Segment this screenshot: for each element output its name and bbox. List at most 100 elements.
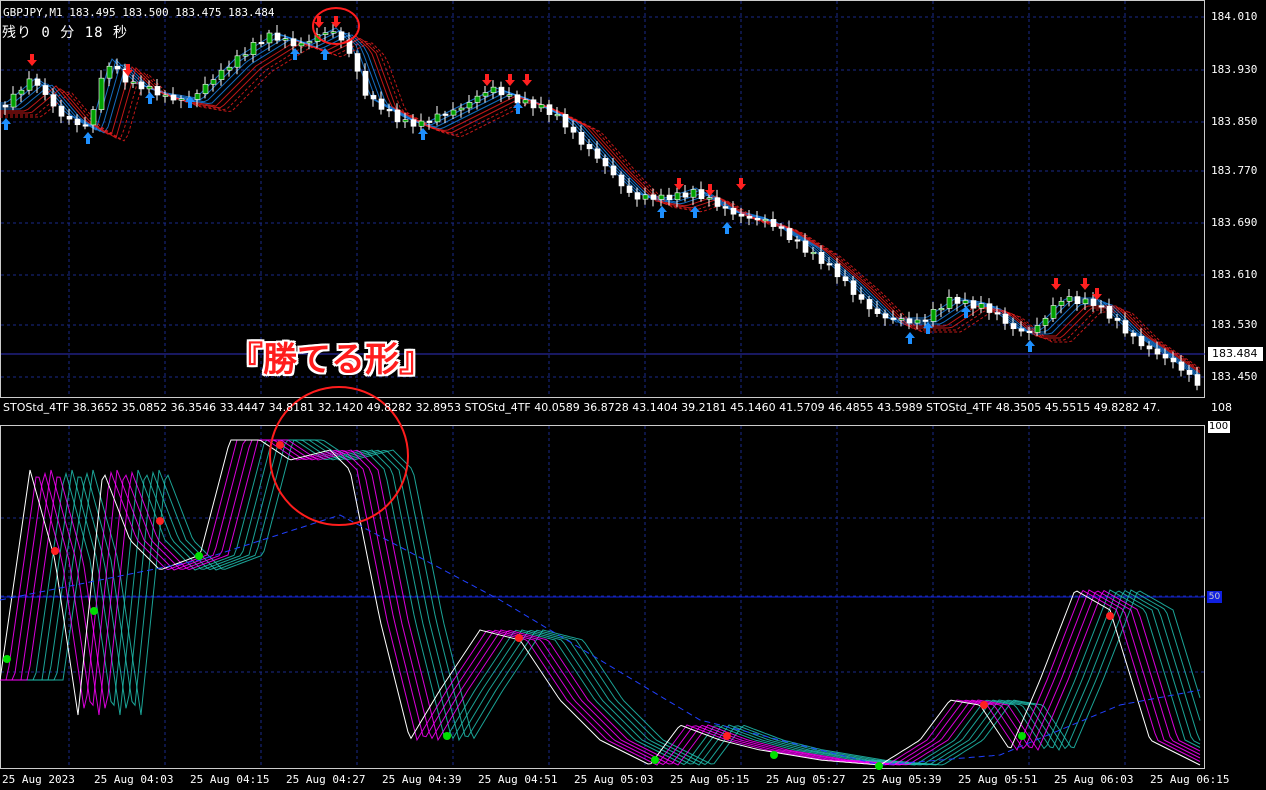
candle-body <box>330 31 337 34</box>
buy-signal-dot <box>90 607 98 615</box>
candle-body <box>482 92 489 97</box>
candle-body <box>602 158 609 167</box>
candle-body <box>210 79 217 85</box>
chart-canvas[interactable] <box>0 0 1266 790</box>
candle-body <box>850 280 857 295</box>
candle-body <box>930 309 937 322</box>
candle-body <box>658 194 665 200</box>
candle-body <box>538 104 545 109</box>
ma-ribbon-line <box>0 34 1201 375</box>
candle-body <box>362 70 369 96</box>
ma-ribbon-line <box>0 27 1201 380</box>
candle-body <box>946 296 953 309</box>
stochastic-line <box>0 439 1201 766</box>
time-tick-label: 25 Aug 04:39 <box>382 773 462 786</box>
buy-signal-dot <box>1018 732 1026 740</box>
candle-body <box>1186 370 1193 375</box>
candle-body <box>818 251 825 264</box>
candle-body <box>554 114 561 117</box>
candle-body <box>842 276 849 282</box>
candle-body <box>58 105 65 117</box>
time-tick-label: 25 Aug 05:39 <box>862 773 942 786</box>
candle-body <box>1058 301 1065 306</box>
candle-body <box>514 94 521 104</box>
sell-signal-dot <box>980 701 988 709</box>
buy-signal-dot <box>443 732 451 740</box>
down-arrow-icon <box>27 54 37 66</box>
time-tick-label: 25 Aug 06:15 <box>1150 773 1230 786</box>
candle-body <box>546 104 553 115</box>
candle-body <box>1162 353 1169 359</box>
candle-body <box>826 263 833 266</box>
down-arrow-icon <box>674 178 684 190</box>
candle-body <box>1098 305 1105 308</box>
candle-body <box>610 165 617 176</box>
up-arrow-icon <box>513 102 523 114</box>
grid <box>1 1 1204 768</box>
candle-body <box>762 219 769 222</box>
candle-body <box>386 109 393 112</box>
candle-body <box>578 131 585 145</box>
stochastic-dots <box>3 441 1114 770</box>
candle-body <box>690 189 697 198</box>
candle-body <box>1106 305 1113 319</box>
candle-body <box>370 95 377 100</box>
candles <box>2 24 1201 391</box>
candle-body <box>1050 305 1057 319</box>
candle-body <box>2 104 9 108</box>
chart-window[interactable]: GBPJPY,M1 183.495 183.500 183.475 183.48… <box>0 0 1266 790</box>
down-arrow-icon <box>505 74 515 86</box>
candle-body <box>170 94 177 101</box>
candle-body <box>138 81 145 90</box>
candle-body <box>650 194 657 200</box>
candle-body <box>1178 361 1185 371</box>
candle-body <box>1154 348 1161 355</box>
candle-body <box>506 94 513 97</box>
candle-body <box>562 114 569 128</box>
candle-body <box>962 300 969 304</box>
candle-body <box>490 86 497 93</box>
candle-body <box>938 308 945 311</box>
candle-body <box>322 32 329 35</box>
candle-body <box>290 38 297 47</box>
candle-body <box>1114 318 1121 321</box>
time-tick-label: 25 Aug 04:51 <box>478 773 558 786</box>
stochastic-line <box>0 439 1201 766</box>
time-tick-label: 25 Aug 05:03 <box>574 773 654 786</box>
up-arrow-icon <box>722 222 732 234</box>
candle-body <box>146 86 153 90</box>
candle-body <box>226 66 233 71</box>
candle-body <box>26 78 33 91</box>
candle-body <box>778 226 785 229</box>
candle-body <box>906 318 913 324</box>
up-arrow-icon <box>418 128 428 140</box>
candle-body <box>218 69 225 80</box>
price-tick-label: 183.450 <box>1211 370 1258 383</box>
candle-body <box>74 118 81 126</box>
candle-body <box>586 144 593 150</box>
candle-body <box>42 85 49 95</box>
candle-body <box>338 31 345 41</box>
candle-body <box>130 81 137 84</box>
up-arrow-icon <box>905 332 915 344</box>
price-tick-label: 183.610 <box>1211 268 1258 281</box>
up-arrow-icon <box>657 206 667 218</box>
candle-body <box>162 94 169 97</box>
candle-body <box>98 77 105 110</box>
candle-body <box>10 93 17 108</box>
candle-body <box>890 317 897 320</box>
stochastic-lines <box>0 439 1201 766</box>
candle-body <box>114 65 121 70</box>
candle-body <box>1010 323 1017 330</box>
candle-body <box>738 213 745 217</box>
stochastic-line <box>0 439 1201 766</box>
candle-body <box>810 251 817 255</box>
candle-body <box>1026 330 1033 333</box>
candle-body <box>82 124 89 127</box>
sell-signal-dot <box>156 517 164 525</box>
price-tick-label: 183.530 <box>1211 318 1258 331</box>
candle-body <box>770 219 777 227</box>
candle-body <box>626 185 633 193</box>
subwindow-axis-top: 108 <box>1211 401 1232 414</box>
candle-body <box>442 113 449 116</box>
